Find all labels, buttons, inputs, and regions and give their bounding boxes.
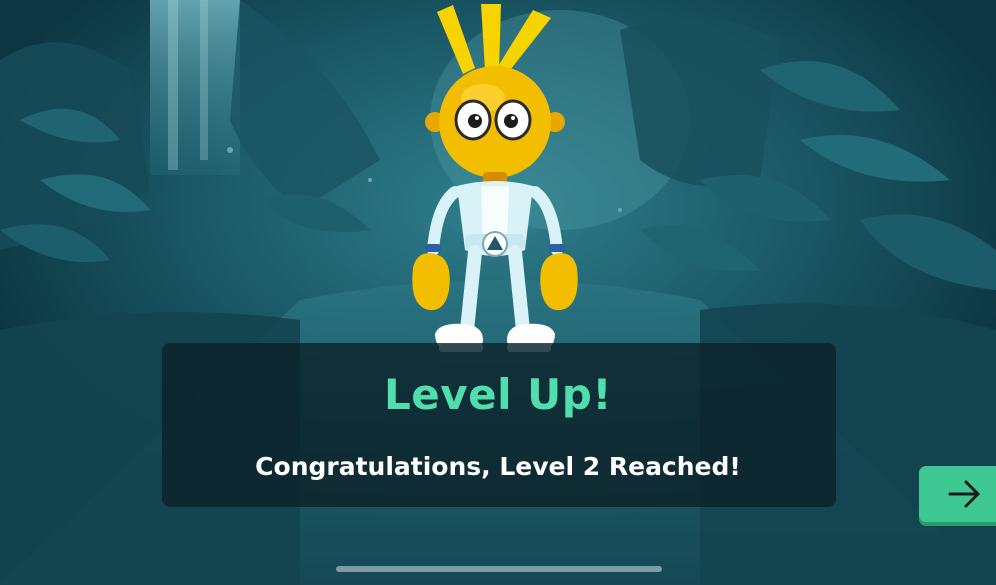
level-reached-message: Congratulations, Level 2 Reached! — [255, 452, 741, 481]
next-button[interactable] — [919, 466, 996, 522]
level-up-title: Level Up! — [384, 370, 612, 419]
arrow-right-icon — [948, 480, 980, 508]
home-indicator[interactable] — [336, 566, 662, 572]
robot-character — [412, 4, 578, 352]
level-up-panel — [162, 343, 836, 507]
